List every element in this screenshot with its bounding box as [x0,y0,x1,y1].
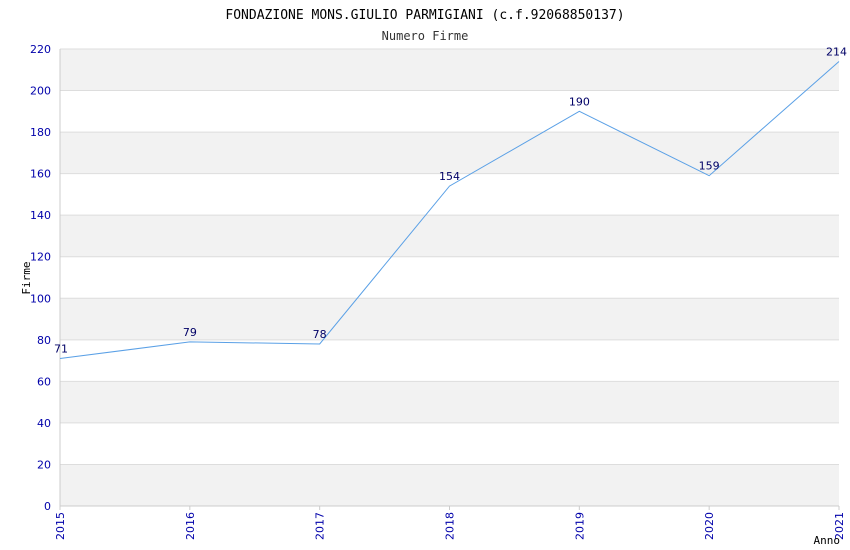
data-label: 71 [54,343,68,356]
x-axis-label: Anno [814,534,841,547]
grid-band [60,298,839,340]
x-tick-label: 2017 [314,512,327,540]
x-tick-label: 2019 [573,512,586,540]
grid-lines [60,48,839,507]
grid-band [60,381,839,423]
grid-bands [60,49,839,506]
line-chart: FONDAZIONE MONS.GIULIO PARMIGIANI (c.f.9… [20,8,847,547]
y-tick-label: 40 [37,417,51,430]
y-tick-label: 20 [37,458,51,471]
x-tick-label: 2018 [444,512,457,540]
y-tick-label: 160 [30,168,51,181]
y-tick-labels: 0 20 40 60 80 100 120 140 160 180 200 220 [30,43,51,513]
data-label: 78 [313,328,327,341]
y-axis-label: Firme [20,261,33,294]
x-tick-label: 2020 [703,512,716,540]
chart-title: FONDAZIONE MONS.GIULIO PARMIGIANI (c.f.9… [225,8,624,23]
y-tick-label: 80 [37,334,51,347]
y-tick-label: 120 [30,251,51,264]
y-tick-label: 0 [44,500,51,513]
data-label: 79 [183,326,197,339]
data-label: 154 [439,170,460,183]
grid-band [60,132,839,174]
grid-band [60,464,839,506]
y-tick-label: 140 [30,209,51,222]
data-label: 190 [569,95,590,108]
chart-subtitle: Numero Firme [382,29,469,43]
y-tick-label: 100 [30,292,51,305]
y-tick-label: 220 [30,43,51,56]
y-tick-label: 60 [37,375,51,388]
grid-band [60,49,839,91]
data-label: 214 [826,45,847,58]
grid-band [60,215,839,257]
axes [59,49,840,510]
x-tick-label: 2016 [184,512,197,540]
x-tick-labels: 2015 2016 2017 2018 2019 2020 2021 [54,512,846,540]
y-tick-label: 180 [30,126,51,139]
y-tick-label: 200 [30,85,51,98]
data-label: 159 [699,160,720,173]
x-tick-label: 2015 [54,512,67,540]
